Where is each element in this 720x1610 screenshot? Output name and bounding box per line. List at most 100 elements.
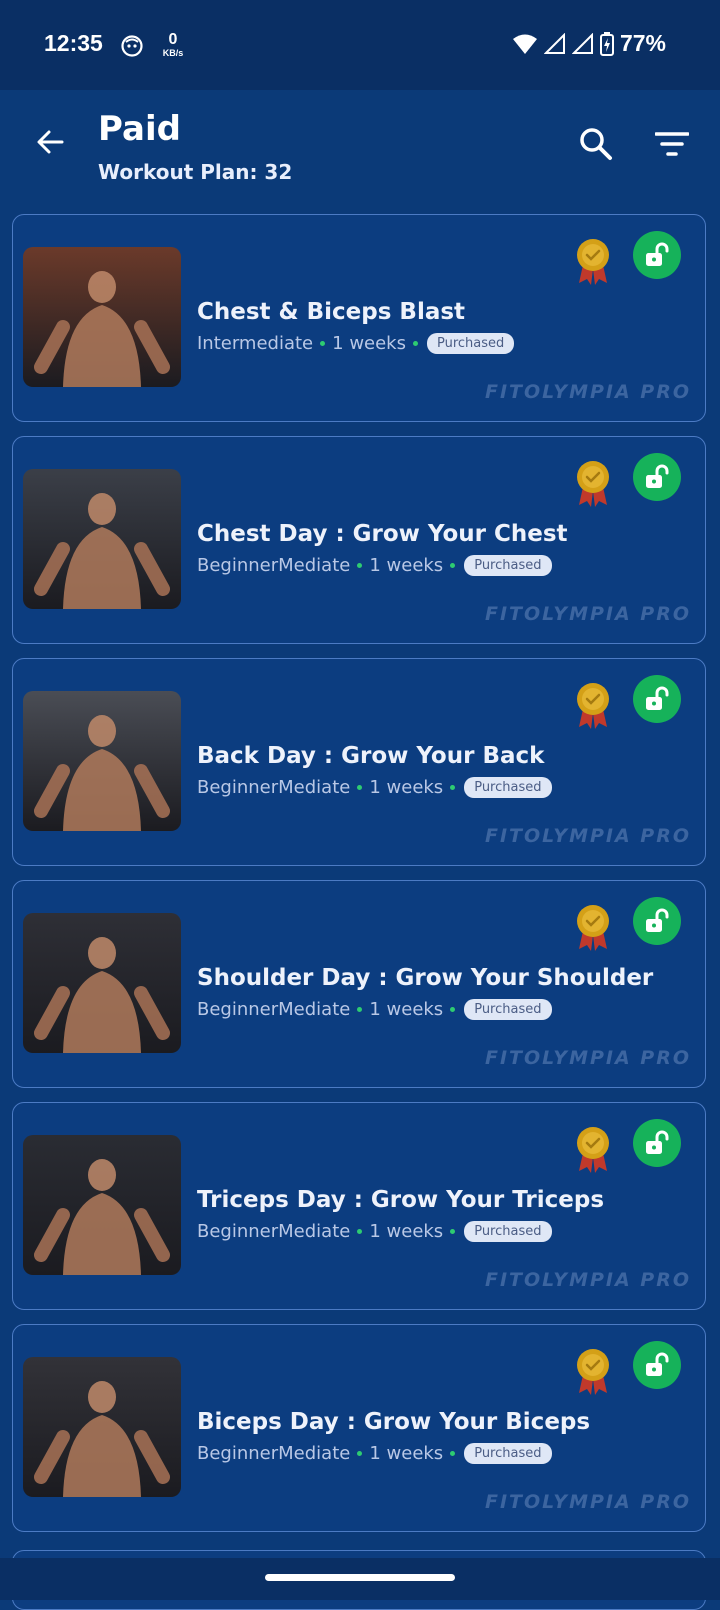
plan-title: Biceps Day : Grow Your Biceps [197,1409,591,1435]
unlocked-button[interactable] [633,897,681,945]
status-bar: 12:35 0 KB/s 77% [0,0,720,90]
athlete-image-icon [23,691,181,831]
plan-title: Triceps Day : Grow Your Triceps [197,1187,605,1213]
plan-duration: 1 weeks [332,333,406,354]
brand-watermark: FITOLYMPIA PRO [485,603,691,625]
plan-title: Chest Day : Grow Your Chest [197,521,568,547]
plan-thumbnail [23,469,181,609]
purchased-badge: Purchased [464,1443,552,1464]
plan-card-1[interactable]: Chest & Biceps Blast Intermediate 1 week… [12,214,706,422]
separator-dot [450,563,456,568]
separator-dot [357,563,363,568]
arrow-back-icon [37,130,64,154]
athlete-image-icon [23,1135,181,1275]
unlock-icon [646,242,669,266]
plan-duration: 1 weeks [369,555,444,576]
brand-watermark: FITOLYMPIA PRO [485,1491,691,1513]
separator-dot [450,1451,456,1456]
plan-meta: BeginnerMediate 1 weeks Purchased [197,555,552,576]
status-icons: 77% [512,30,666,57]
plan-meta: BeginnerMediate 1 weeks Purchased [197,777,552,798]
premium-medal-icon [577,239,609,285]
plan-meta: BeginnerMediate 1 weeks Purchased [197,1443,552,1464]
separator-dot [450,785,456,790]
network-speed: 0 KB/s [158,32,188,58]
brand-watermark: FITOLYMPIA PRO [485,1269,691,1291]
plan-thumbnail [23,247,181,387]
plan-card-6[interactable]: Biceps Day : Grow Your Biceps BeginnerMe… [12,1324,706,1532]
unlock-icon [646,908,669,932]
plan-duration: 1 weeks [369,1443,444,1464]
premium-medal-icon [577,461,609,507]
filter-icon [655,132,689,156]
athlete-image-icon [23,913,181,1053]
unlocked-button[interactable] [633,1119,681,1167]
search-icon [580,128,612,160]
battery-charging-icon [599,31,614,56]
plan-level: BeginnerMediate [197,999,351,1020]
status-time: 12:35 [44,30,103,56]
filter-button[interactable] [650,122,694,166]
plan-meta: Intermediate 1 weeks Purchased [197,333,515,354]
plan-level: Intermediate [197,333,314,354]
plan-card-2[interactable]: Chest Day : Grow Your Chest BeginnerMedi… [12,436,706,644]
plan-duration: 1 weeks [369,777,444,798]
purchased-badge: Purchased [464,999,552,1020]
athlete-image-icon [23,1357,181,1497]
athlete-image-icon [23,469,181,609]
signal-icon-2 [571,32,593,54]
separator-dot [450,1007,456,1012]
purchased-badge: Purchased [464,1221,552,1242]
brand-watermark: FITOLYMPIA PRO [485,381,691,403]
plan-card-4[interactable]: Shoulder Day : Grow Your Shoulder Beginn… [12,880,706,1088]
plan-thumbnail [23,913,181,1053]
plan-meta: BeginnerMediate 1 weeks Purchased [197,1221,552,1242]
premium-medal-icon [577,1127,609,1173]
network-speed-unit: KB/s [162,48,184,58]
home-indicator[interactable] [265,1574,455,1581]
plan-thumbnail [23,1357,181,1497]
page-title: Paid [98,109,181,149]
plan-level: BeginnerMediate [197,555,351,576]
unlocked-button[interactable] [633,1341,681,1389]
plan-duration: 1 weeks [369,1221,444,1242]
separator-dot [357,785,363,790]
plan-level: BeginnerMediate [197,1221,351,1242]
unlock-icon [646,686,669,710]
unlocked-button[interactable] [633,453,681,501]
notification-face-icon [121,35,143,57]
separator-dot [357,1229,363,1234]
separator-dot [320,341,326,346]
back-button[interactable] [28,120,72,164]
unlock-icon [646,1352,669,1376]
app-bar: Paid Workout Plan: 32 [0,90,720,200]
unlock-icon [646,464,669,488]
brand-watermark: FITOLYMPIA PRO [485,825,691,847]
page-subtitle: Workout Plan: 32 [98,160,293,184]
plan-level: BeginnerMediate [197,777,351,798]
wifi-icon [512,34,537,54]
separator-dot [413,341,418,346]
plan-card-3[interactable]: Back Day : Grow Your Back BeginnerMediat… [12,658,706,866]
separator-dot [357,1007,363,1012]
search-button[interactable] [574,122,618,166]
unlocked-button[interactable] [633,675,681,723]
plan-card-5[interactable]: Triceps Day : Grow Your Triceps Beginner… [12,1102,706,1310]
plan-duration: 1 weeks [369,999,444,1020]
plan-title: Chest & Biceps Blast [197,299,466,325]
plan-thumbnail [23,691,181,831]
premium-medal-icon [577,1349,609,1395]
plan-level: BeginnerMediate [197,1443,351,1464]
purchased-badge: Purchased [464,555,552,576]
plan-title: Back Day : Grow Your Back [197,743,545,769]
unlock-icon [646,1130,669,1154]
network-speed-value: 0 [168,31,178,48]
premium-medal-icon [577,683,609,729]
separator-dot [450,1229,456,1234]
brand-watermark: FITOLYMPIA PRO [485,1047,691,1069]
unlocked-button[interactable] [633,231,681,279]
separator-dot [357,1451,363,1456]
plan-thumbnail [23,1135,181,1275]
signal-icon [543,32,565,54]
workout-plan-list: Chest & Biceps Blast Intermediate 1 week… [12,214,708,1546]
